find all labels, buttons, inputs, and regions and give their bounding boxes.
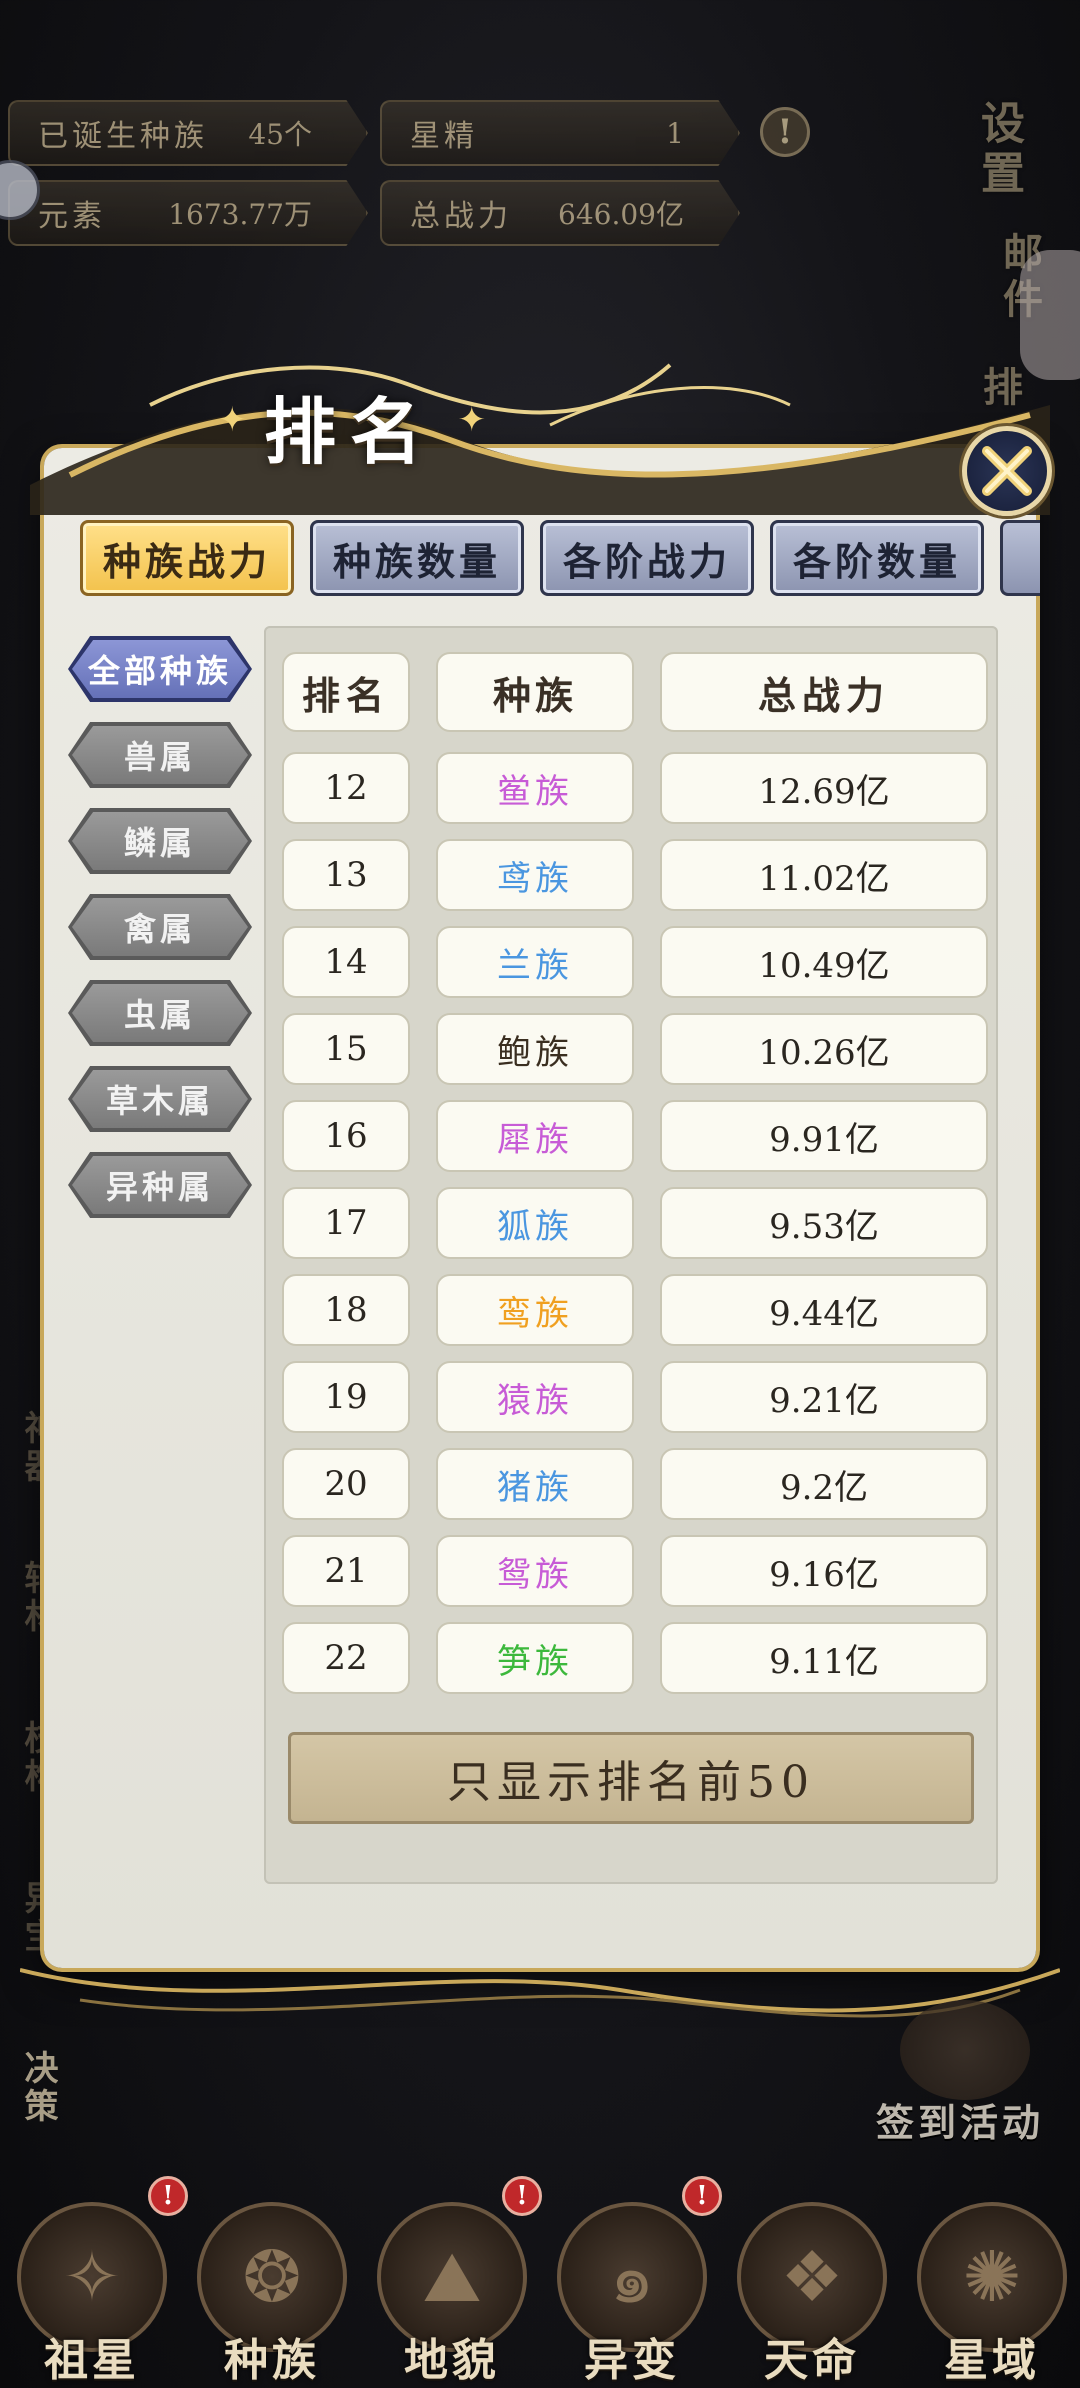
row-rank: 12: [282, 752, 410, 824]
category-plant-label: 草木属: [105, 1082, 214, 1120]
category-bird-label: 禽属: [123, 910, 196, 948]
nav-mutation[interactable]: ๑ 异变: [552, 2196, 712, 2388]
modal-header-ornament: [30, 363, 1050, 515]
category-all[interactable]: 全部种族: [68, 636, 252, 702]
born-races-label: 已诞生种族: [38, 119, 208, 154]
row-race-name: 鸢族: [436, 839, 634, 911]
row-total-power: 9.44亿: [660, 1274, 988, 1346]
nav-star-domain-label: 星域: [944, 2335, 1040, 2386]
category-bird[interactable]: 禽属: [68, 894, 252, 960]
tab-race-count[interactable]: 种族数量: [310, 520, 524, 596]
nav-mutation-label: 异变: [584, 2335, 680, 2386]
modal-title: 排名: [263, 388, 436, 474]
row-race-name: 狐族: [436, 1187, 634, 1259]
category-insect-label: 虫属: [123, 996, 196, 1034]
top50-filter-button[interactable]: 只显示排名前50: [288, 1732, 974, 1824]
modal-title-banner: ✦ 排名 ✦: [218, 370, 486, 480]
tab-overflow[interactable]: [1000, 520, 1040, 596]
decision-button[interactable]: 决策: [14, 2050, 63, 2126]
category-beast[interactable]: 兽属: [68, 722, 252, 788]
ancestor-star-alert-icon: !: [148, 2176, 188, 2216]
category-scale[interactable]: 鳞属: [68, 808, 252, 874]
row-race-name: 鲍族: [436, 1013, 634, 1085]
row-race-name: 笋族: [436, 1622, 634, 1694]
mutation-alert-icon: !: [682, 2176, 722, 2216]
row-total-power: 11.02亿: [660, 839, 988, 911]
element-value: 1673.77万: [168, 198, 312, 231]
row-rank: 18: [282, 1274, 410, 1346]
total-power-value: 646.09亿: [558, 198, 684, 231]
terrain-alert-icon: !: [502, 2176, 542, 2216]
row-total-power: 9.2亿: [660, 1448, 988, 1520]
row-rank: 20: [282, 1448, 410, 1520]
title-star-left-icon: ✦: [218, 400, 247, 440]
born-races-stat: 已诞生种族 45个: [8, 100, 368, 166]
row-rank: 22: [282, 1622, 410, 1694]
category-exotic[interactable]: 异种属: [68, 1152, 252, 1218]
close-icon: [982, 446, 1032, 496]
title-star-right-icon: ✦: [457, 400, 487, 440]
row-race-name: 犀族: [436, 1100, 634, 1172]
nav-destiny-label: 天命: [764, 2335, 860, 2386]
category-exotic-label: 异种属: [105, 1168, 214, 1206]
tab-tier-power[interactable]: 各阶战力: [540, 520, 754, 596]
modal-footer-ornament: [20, 1968, 1060, 2018]
nav-race-label: 种族: [224, 2335, 320, 2386]
row-total-power: 10.26亿: [660, 1013, 988, 1085]
nav-terrain-label: 地貌: [404, 2335, 500, 2386]
nav-destiny[interactable]: ❖ 天命: [732, 2196, 892, 2388]
row-rank: 17: [282, 1187, 410, 1259]
checkin-icon[interactable]: [900, 2000, 1030, 2100]
settings-button[interactable]: 设置: [966, 100, 1030, 200]
close-button[interactable]: [962, 426, 1052, 516]
nav-terrain[interactable]: ⛰ 地貌: [372, 2196, 532, 2388]
row-total-power: 9.53亿: [660, 1187, 988, 1259]
row-race-name: 鸾族: [436, 1274, 634, 1346]
row-total-power: 9.16亿: [660, 1535, 988, 1607]
star-essence-value: 1: [666, 116, 684, 150]
row-rank: 21: [282, 1535, 410, 1607]
warning-icon[interactable]: !: [760, 107, 810, 157]
row-rank: 14: [282, 926, 410, 998]
checkin-activity-label[interactable]: 签到活动: [876, 2092, 1044, 2147]
row-race-name: 鲎族: [436, 752, 634, 824]
row-rank: 13: [282, 839, 410, 911]
star-essence-stat: 星精 1: [380, 100, 740, 166]
tab-tier-count[interactable]: 各阶数量: [770, 520, 984, 596]
tab-race-power[interactable]: 种族战力: [80, 520, 294, 596]
header-total-power: 总战力: [660, 652, 988, 732]
row-total-power: 9.91亿: [660, 1100, 988, 1172]
row-race-name: 猿族: [436, 1361, 634, 1433]
element-label: 元素: [38, 199, 106, 234]
nav-star-domain[interactable]: ✺ 星域: [912, 2196, 1072, 2388]
row-rank: 16: [282, 1100, 410, 1172]
star-essence-label: 星精: [410, 119, 478, 154]
nav-ancestor-star[interactable]: ✧ 祖星: [12, 2196, 172, 2388]
category-all-label: 全部种族: [87, 652, 232, 690]
row-total-power: 10.49亿: [660, 926, 988, 998]
category-scale-label: 鳞属: [123, 824, 196, 862]
nav-race[interactable]: ❂ 种族: [192, 2196, 352, 2388]
element-stat: 元素 1673.77万: [8, 180, 368, 246]
header-race: 种族: [436, 652, 634, 732]
header-rank: 排名: [282, 652, 410, 732]
total-power-stat: 总战力 646.09亿: [380, 180, 740, 246]
category-beast-label: 兽属: [123, 738, 196, 776]
born-races-value: 45个: [248, 118, 312, 151]
row-race-name: 鸳族: [436, 1535, 634, 1607]
row-total-power: 9.21亿: [660, 1361, 988, 1433]
row-total-power: 9.11亿: [660, 1622, 988, 1694]
row-race-name: 兰族: [436, 926, 634, 998]
category-insect[interactable]: 虫属: [68, 980, 252, 1046]
row-race-name: 猪族: [436, 1448, 634, 1520]
row-rank: 15: [282, 1013, 410, 1085]
category-plant[interactable]: 草木属: [68, 1066, 252, 1132]
nav-ancestor-star-label: 祖星: [44, 2335, 140, 2386]
row-rank: 19: [282, 1361, 410, 1433]
total-power-label: 总战力: [410, 199, 512, 234]
row-total-power: 12.69亿: [660, 752, 988, 824]
